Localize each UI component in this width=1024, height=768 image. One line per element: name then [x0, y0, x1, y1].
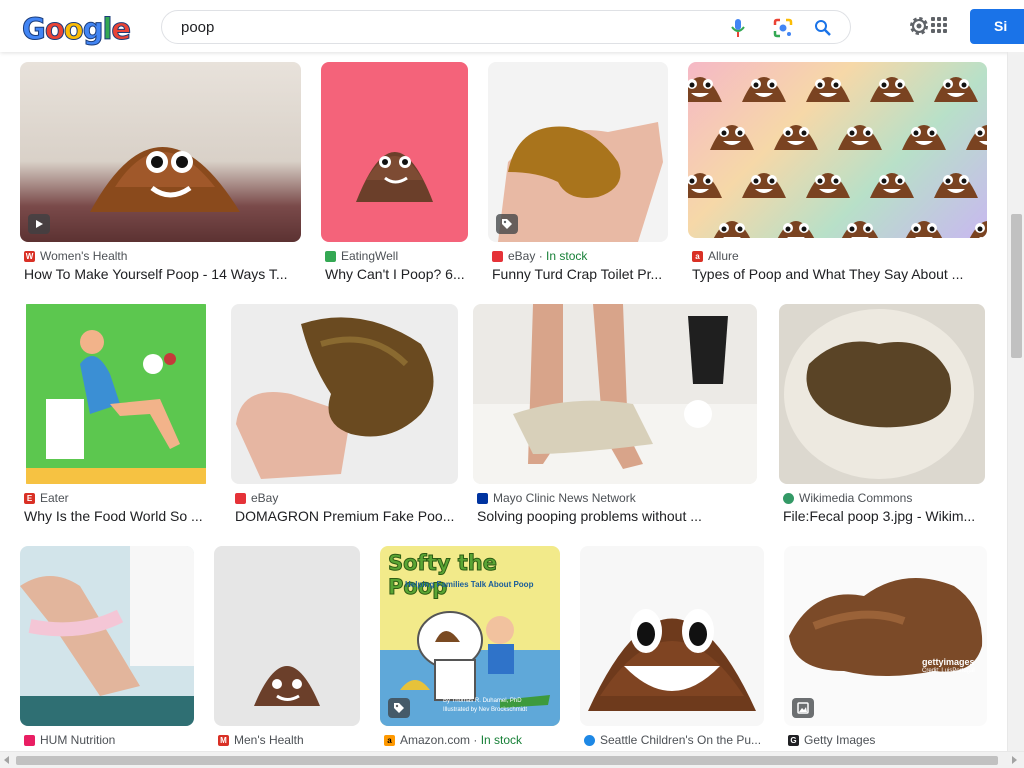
result-title[interactable]: DOMAGRON Premium Fake Poo... [235, 508, 457, 524]
book-illustrator: Illustrated by Nev Brockschmidt [443, 707, 528, 713]
poop-emoji-icon [742, 173, 786, 198]
poop-emoji-icon [774, 125, 818, 150]
result-thumbnail[interactable] [214, 546, 360, 726]
poop-emoji-icon [902, 125, 946, 150]
poop-emoji-icon [966, 125, 987, 150]
scroll-left-arrow-icon[interactable] [4, 756, 9, 764]
scroll-right-arrow-icon[interactable] [1012, 756, 1017, 764]
result-title[interactable]: File:Fecal poop 3.jpg - Wikim... [783, 508, 983, 524]
source-favicon-icon [325, 250, 336, 262]
poop-emoji-icon [710, 125, 754, 150]
result-thumbnail[interactable] [20, 62, 301, 242]
result-title[interactable]: Funny Turd Crap Toilet Pr... [492, 266, 668, 282]
result-thumbnail[interactable] [20, 546, 194, 726]
result-thumbnail[interactable]: gettyimages Credit: LuisPortugal [784, 546, 987, 726]
apps-grid-icon[interactable] [931, 17, 947, 33]
search-input[interactable] [181, 19, 701, 36]
source-favicon-icon: a [384, 734, 395, 746]
google-logo[interactable]: Google [22, 12, 132, 47]
poop-emoji-icon [905, 221, 943, 238]
horizontal-scrollbar[interactable] [0, 751, 1024, 768]
book-author: By Thomas R. Duhamel, PhD [443, 698, 522, 704]
poop-emoji-icon [934, 173, 978, 198]
result-source[interactable]: EatingWell [325, 249, 398, 263]
vertical-scrollbar[interactable] [1007, 52, 1024, 751]
settings-gear-icon[interactable] [908, 15, 930, 37]
source-favicon-icon: a [692, 250, 703, 262]
search-box[interactable] [161, 10, 851, 44]
result-source[interactable]: a Allure [692, 249, 739, 263]
result-source[interactable]: W Women's Health [24, 249, 127, 263]
poop-emoji-icon [870, 77, 914, 102]
result-source[interactable]: eBay [235, 491, 278, 505]
result-source[interactable]: E Eater [24, 491, 69, 505]
source-favicon-icon: W [24, 250, 35, 262]
result-title[interactable]: Types of Poop and What They Say About ..… [692, 266, 982, 282]
result-source[interactable]: G Getty Images [788, 733, 875, 747]
lens-icon[interactable] [772, 17, 794, 39]
result-title[interactable]: Why Can't I Poop? 6... [325, 266, 465, 282]
poop-emoji-icon [841, 221, 879, 238]
result-title[interactable]: How To Make Yourself Poop - 14 Ways T... [24, 266, 300, 282]
result-thumbnail[interactable] [231, 304, 458, 484]
play-icon [28, 214, 50, 234]
result-source[interactable]: Mayo Clinic News Network [477, 491, 636, 505]
result-source[interactable]: Seattle Children's On the Pu... [584, 733, 761, 747]
image-icon [792, 698, 814, 718]
result-title[interactable]: Why Is the Food World So ... [24, 508, 212, 524]
source-favicon-icon [235, 492, 246, 504]
poop-emoji-icon [777, 221, 815, 238]
poop-emoji-icon [742, 77, 786, 102]
result-source[interactable]: Wikimedia Commons [783, 491, 912, 505]
poop-emoji-icon [969, 221, 987, 238]
poop-emoji-icon [806, 77, 850, 102]
result-source[interactable]: eBay · In stock [492, 249, 587, 263]
result-thumbnail[interactable] [473, 304, 757, 484]
tag-icon [388, 698, 410, 718]
source-favicon-icon [783, 492, 794, 504]
result-thumbnail[interactable] [779, 304, 985, 484]
poop-emoji-icon [688, 77, 722, 102]
search-icon[interactable] [812, 17, 834, 39]
result-source[interactable]: M Men's Health [218, 733, 304, 747]
poop-emoji-icon [688, 173, 722, 198]
sign-in-button[interactable]: Si [970, 9, 1024, 44]
page: Google Si [0, 0, 1024, 768]
result-thumbnail[interactable] [580, 546, 764, 726]
book-subtitle: Helping Families Talk About Poop [405, 580, 534, 589]
source-favicon-icon: G [788, 734, 799, 746]
header: Google Si [0, 0, 1024, 52]
poop-emoji-icon [838, 125, 882, 150]
result-thumbnail[interactable] [321, 62, 468, 242]
source-favicon-icon: M [218, 734, 229, 746]
result-source[interactable]: HUM Nutrition [24, 733, 115, 747]
poop-emoji-icon [806, 173, 850, 198]
result-thumbnail[interactable] [688, 62, 987, 238]
tag-icon [496, 214, 518, 234]
source-favicon-icon [24, 734, 35, 746]
source-favicon-icon: E [24, 492, 35, 504]
vertical-scrollbar-thumb[interactable] [1011, 214, 1022, 358]
getty-watermark: gettyimages [922, 657, 975, 667]
result-thumbnail[interactable] [20, 304, 212, 484]
poop-emoji-icon [713, 221, 751, 238]
microphone-icon[interactable] [727, 17, 749, 39]
result-title[interactable]: Solving pooping problems without ... [477, 508, 757, 524]
source-favicon-icon [492, 250, 503, 262]
getty-credit: Credit: LuisPortugal [922, 668, 975, 674]
poop-emoji-icon [934, 77, 978, 102]
source-favicon-icon [584, 734, 595, 746]
source-favicon-icon [477, 492, 488, 504]
poop-emoji-icon [870, 173, 914, 198]
horizontal-scrollbar-thumb[interactable] [16, 756, 998, 765]
result-source[interactable]: a Amazon.com · In stock [384, 733, 522, 747]
